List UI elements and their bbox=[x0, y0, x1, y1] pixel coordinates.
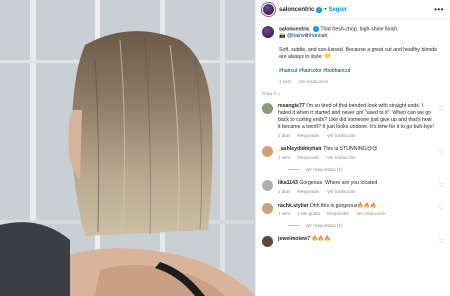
replies-divider bbox=[288, 225, 300, 227]
comment-text: This is STUNNING😍😍 bbox=[323, 146, 378, 153]
like-heart-icon[interactable]: ♡ bbox=[439, 205, 444, 212]
like-heart-icon[interactable]: ♡ bbox=[439, 148, 444, 155]
replies-divider bbox=[288, 168, 300, 170]
author-avatar[interactable] bbox=[262, 3, 275, 16]
view-replies-label: Ver respuestas (1) bbox=[305, 223, 343, 229]
comment-meta: 2 días Responder Ver traducción bbox=[278, 133, 434, 140]
comment-time: 1 sem bbox=[278, 211, 291, 217]
post-detail-panel: saloncentric ✓ • Seguir ••• saloncentric… bbox=[255, 0, 450, 296]
caption-avatar[interactable] bbox=[262, 26, 274, 38]
more-options-icon[interactable]: ••• bbox=[434, 5, 444, 14]
commenter-username[interactable]: _ashleydidmyhair bbox=[278, 146, 322, 152]
separator-dot: • bbox=[324, 6, 327, 13]
comment-text: 🔥🔥🔥 bbox=[311, 236, 331, 243]
reply-button[interactable]: Responder bbox=[327, 211, 349, 216]
post-header: saloncentric ✓ • Seguir ••• bbox=[256, 0, 450, 20]
commenter-username[interactable]: msangie77 bbox=[278, 103, 305, 109]
comment-meta: 1 sem 1 Me gusta Responder Ver traducció… bbox=[278, 211, 434, 218]
caption-meta: 1 sem Ver traducción bbox=[279, 78, 444, 85]
comment-time: 2 días bbox=[278, 188, 291, 194]
like-heart-icon[interactable]: ♡ bbox=[439, 238, 444, 245]
camera-emoji-icon: 📸 bbox=[279, 33, 286, 40]
commenter-username[interactable]: jewelmotew7 bbox=[278, 236, 310, 242]
comment-time: 1 sem bbox=[278, 155, 291, 161]
comment-item: _ashleydidmyhair This is STUNNING😍😍 1 se… bbox=[262, 146, 444, 162]
verified-badge-icon: ✓ bbox=[316, 6, 323, 13]
comment-item: msangie77 I'm so tired of that bended lo… bbox=[262, 103, 444, 139]
caption-text-1: That fresh-chop, high-shine finish. bbox=[320, 26, 399, 33]
translate-link[interactable]: Ver traducción bbox=[327, 189, 356, 194]
reply-button[interactable]: Responder bbox=[298, 155, 320, 160]
translate-link[interactable]: Ver traducción bbox=[327, 155, 356, 160]
post-photo[interactable] bbox=[0, 0, 255, 296]
like-heart-icon[interactable]: ♡ bbox=[439, 182, 444, 189]
comment-likes[interactable]: 1 Me gusta bbox=[298, 211, 320, 216]
caption-translate-link[interactable]: Ver traducción bbox=[299, 79, 328, 84]
translate-link[interactable]: Ver traducción bbox=[327, 133, 356, 138]
caption-text-2: Soft, subtle, and sun-kissed. Because a … bbox=[279, 47, 438, 61]
sort-label: Para ti bbox=[262, 92, 276, 98]
comment-item: jewelmotew7 🔥🔥🔥 ♡ bbox=[262, 236, 444, 248]
comment-time: 2 días bbox=[278, 132, 291, 138]
follow-button[interactable]: Seguir bbox=[328, 7, 347, 13]
comment-item: lika1143 Gorgeous. Where are you located… bbox=[262, 179, 444, 196]
comments-scroll-area[interactable]: saloncentric ✓ That fresh-chop, high-shi… bbox=[256, 20, 450, 248]
commenter-username[interactable]: lika1143 bbox=[278, 180, 298, 186]
sort-dropdown[interactable]: Para ti ⌄ bbox=[262, 92, 444, 97]
caption: saloncentric ✓ That fresh-chop, high-shi… bbox=[262, 26, 444, 85]
translate-link[interactable]: Ver traducción bbox=[356, 211, 385, 216]
commenter-avatar[interactable] bbox=[262, 103, 273, 115]
view-replies-button[interactable]: Ver respuestas (1) bbox=[288, 223, 444, 228]
commenter-avatar[interactable] bbox=[262, 146, 273, 158]
reply-button[interactable]: Responder bbox=[298, 189, 320, 194]
view-replies-label: Ver respuestas (1) bbox=[305, 166, 343, 172]
commenter-avatar[interactable] bbox=[262, 179, 273, 191]
view-replies-button[interactable]: Ver respuestas (1) bbox=[288, 167, 444, 172]
comment-meta: 1 sem Responder Ver traducción bbox=[278, 155, 434, 162]
hair-photo-illustration bbox=[0, 0, 255, 296]
caption-mention-link[interactable]: @hairwithhannah bbox=[287, 33, 327, 39]
caption-hashtags[interactable]: #haircut #haircolor #bobhaircut bbox=[279, 68, 350, 74]
caption-emoji: 💛 bbox=[324, 54, 331, 61]
like-heart-icon[interactable]: ♡ bbox=[439, 105, 444, 112]
comment-item: rachk.stylist Ohh this is gorgeous🔥🔥🔥 1 … bbox=[262, 202, 444, 219]
reply-button[interactable]: Responder bbox=[298, 133, 320, 138]
caption-time: 1 sem bbox=[279, 79, 292, 85]
author-username[interactable]: saloncentric bbox=[279, 7, 314, 13]
comment-meta: 2 días Responder Ver traducción bbox=[278, 189, 434, 196]
commenter-avatar[interactable] bbox=[262, 202, 273, 214]
comment-text: Gorgeous. Where are you located bbox=[299, 179, 378, 186]
comment-text: Ohh this is gorgeous🔥🔥🔥 bbox=[309, 202, 377, 209]
commenter-username[interactable]: rachk.stylist bbox=[278, 203, 308, 209]
verified-badge-icon: ✓ bbox=[313, 26, 320, 32]
caption-username[interactable]: saloncentric bbox=[279, 26, 310, 32]
commenter-avatar[interactable] bbox=[262, 236, 273, 248]
chevron-down-icon: ⌄ bbox=[277, 92, 282, 98]
